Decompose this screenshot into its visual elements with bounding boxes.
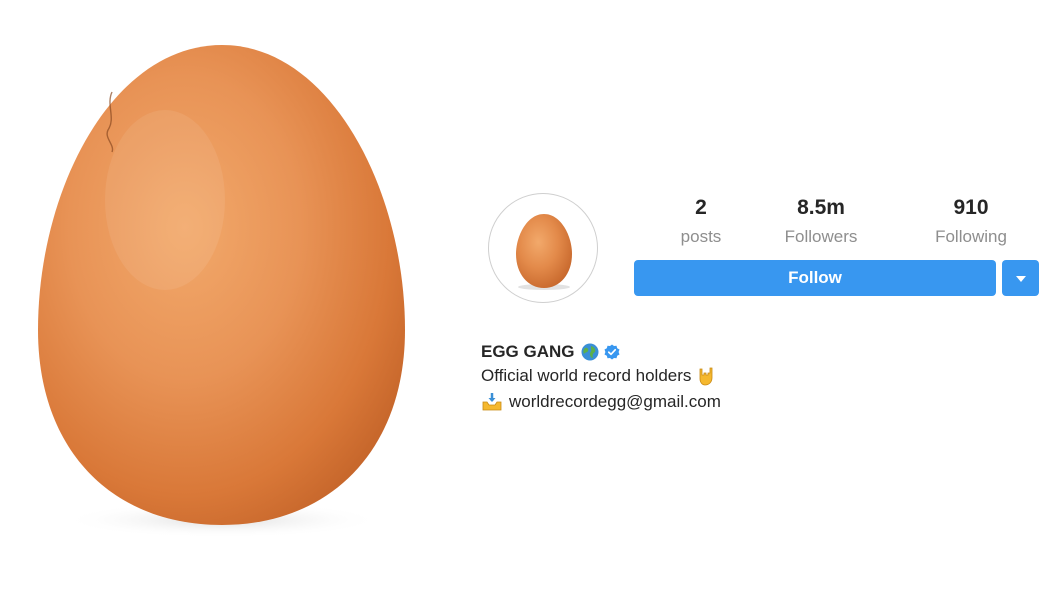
egg-photo xyxy=(0,0,450,598)
profile-avatar[interactable] xyxy=(488,193,598,303)
bio-description-text: Official world record holders xyxy=(481,366,692,385)
chevron-down-icon xyxy=(1016,276,1026,282)
following-label: Following xyxy=(935,227,1007,246)
profile-name: EGG GANG xyxy=(481,342,575,361)
bio-name-row: EGG GANG xyxy=(481,341,1021,363)
stat-following[interactable]: 910 Following xyxy=(911,196,1031,248)
globe-icon xyxy=(581,343,599,361)
follow-button[interactable]: Follow xyxy=(634,260,996,296)
profile-stats: 2 posts 8.5m Followers 910 Following xyxy=(634,196,1040,252)
screenshot-canvas: 2 posts 8.5m Followers 910 Following Fol… xyxy=(0,0,1062,598)
posts-label: posts xyxy=(680,227,722,246)
posts-count: 2 xyxy=(695,196,707,219)
profile-bio: EGG GANG Official world record holders w… xyxy=(481,341,1021,415)
verified-icon xyxy=(604,344,620,360)
followers-label: Followers xyxy=(784,227,858,246)
rock-hand-icon xyxy=(697,366,715,386)
stat-posts: 2 posts xyxy=(641,196,761,248)
stat-followers[interactable]: 8.5m Followers xyxy=(761,196,881,248)
email-link[interactable]: worldrecordegg@gmail.com xyxy=(509,389,721,415)
bio-email-line: worldrecordegg@gmail.com xyxy=(481,389,1021,415)
suggested-dropdown-button[interactable] xyxy=(1002,260,1039,296)
inbox-tray-icon xyxy=(481,392,503,412)
following-count: 910 xyxy=(953,196,989,219)
followers-count: 8.5m xyxy=(797,196,845,219)
bio-description: Official world record holders xyxy=(481,363,1021,389)
